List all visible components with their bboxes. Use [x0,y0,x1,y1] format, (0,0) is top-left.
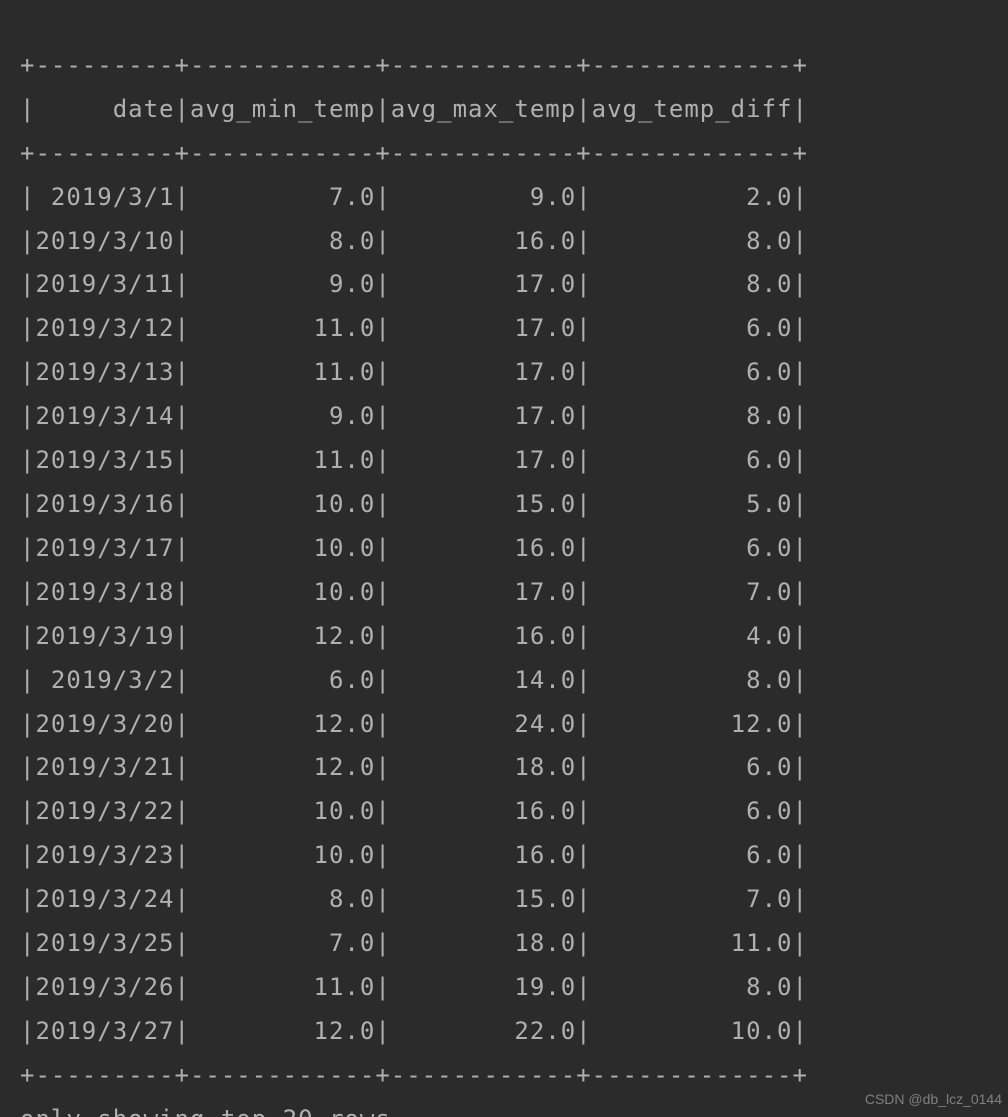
table-border-top: +---------+------------+------------+---… [20,51,808,79]
console-output: +---------+------------+------------+---… [0,0,1008,1117]
footer-message: only showing top 20 rows [20,1105,391,1117]
table-border-bottom: +---------+------------+------------+---… [20,1061,808,1089]
watermark-text: CSDN @db_lcz_0144 [865,1087,1002,1113]
table-header-row: | date|avg_min_temp|avg_max_temp|avg_tem… [20,95,808,123]
table-body: | 2019/3/1| 7.0| 9.0| 2.0| |2019/3/10| 8… [20,183,808,1045]
table-border-mid: +---------+------------+------------+---… [20,139,808,167]
